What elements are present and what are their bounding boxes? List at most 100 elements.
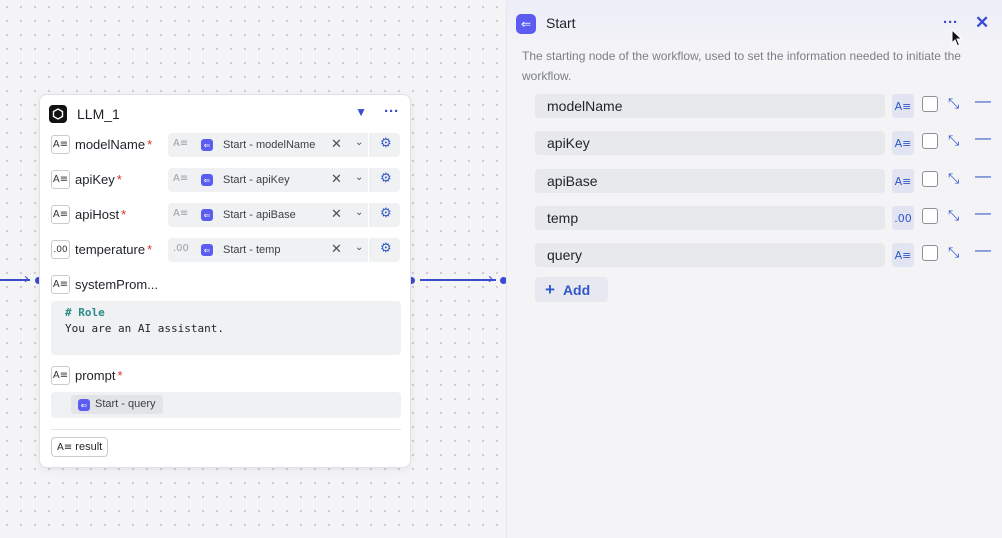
ref-chip[interactable]: ⇐ Start - query xyxy=(71,395,163,414)
expand-icon[interactable]: ⤡ xyxy=(948,95,959,112)
required-checkbox[interactable] xyxy=(922,208,938,224)
variable-row: query A≡ ⤡ — xyxy=(535,242,995,267)
remove-icon[interactable]: — xyxy=(975,93,991,111)
text-type-icon[interactable]: A≡ xyxy=(892,94,914,118)
ref-label: Start - modelName xyxy=(223,139,316,151)
code-line: You are an AI assistant. xyxy=(65,322,224,335)
variable-name-input[interactable]: apiKey xyxy=(535,131,885,155)
required-checkbox[interactable] xyxy=(922,96,938,112)
gear-icon[interactable]: ⚙ xyxy=(380,135,392,151)
llm-logo-icon xyxy=(49,105,67,123)
number-type-icon: .00 xyxy=(51,240,70,259)
expand-icon[interactable]: ⤡ xyxy=(948,207,959,224)
param-label: systemProm... xyxy=(75,277,159,292)
text-type-icon[interactable]: A≡ xyxy=(173,138,188,149)
code-line: # Role xyxy=(65,306,105,319)
variable-name-input[interactable]: temp xyxy=(535,206,885,230)
gear-icon[interactable]: ⚙ xyxy=(380,240,392,256)
gear-icon[interactable]: ⚙ xyxy=(380,205,392,221)
text-type-icon[interactable]: A≡ xyxy=(173,173,188,184)
required-checkbox[interactable] xyxy=(922,245,938,261)
llm-node[interactable]: LLM_1 ▼ ··· A≡ modelName * A≡ ⇐ Start - m… xyxy=(39,94,411,468)
param-value-field[interactable]: A≡ ⇐ Start - modelName ✕ ⌄ ⚙ xyxy=(168,133,400,157)
text-type-icon: A≡ xyxy=(51,170,70,189)
param-value-field[interactable]: A≡ ⇐ Start - apiKey ✕ ⌄ ⚙ xyxy=(168,168,400,192)
start-ref-icon: ⇐ xyxy=(201,244,213,256)
system-prompt-editor[interactable]: # Role You are an AI assistant. xyxy=(51,301,401,355)
param-row-prompt: A≡ prompt * xyxy=(51,364,401,388)
text-type-icon: A≡ xyxy=(51,135,70,154)
param-value-field[interactable]: A≡ ⇐ Start - apiBase ✕ ⌄ ⚙ xyxy=(168,203,400,227)
panel-description: The starting node of the workflow, used … xyxy=(522,49,961,83)
workflow-canvas[interactable]: › › LLM_1 ▼ ··· A≡ modelName * A≡ ⇐ Start… xyxy=(0,0,507,538)
node-header: LLM_1 ▼ ··· xyxy=(49,103,401,125)
text-type-icon[interactable]: A≡ xyxy=(892,169,914,193)
text-type-icon[interactable]: A≡ xyxy=(173,208,188,219)
ref-label: Start - temp xyxy=(223,244,281,256)
collapse-icon[interactable]: ▼ xyxy=(355,105,367,119)
text-type-icon: A≡ xyxy=(57,442,73,453)
variable-name-input[interactable]: query xyxy=(535,243,885,267)
node-more-icon[interactable]: ··· xyxy=(384,103,399,120)
expand-icon[interactable]: ⤡ xyxy=(948,170,959,187)
chevron-down-icon[interactable]: ⌄ xyxy=(355,242,363,253)
clear-icon[interactable]: ✕ xyxy=(331,171,342,187)
chevron-down-icon[interactable]: ⌄ xyxy=(355,207,363,218)
remove-icon[interactable]: — xyxy=(975,130,991,148)
chevron-down-icon[interactable]: ⌄ xyxy=(355,137,363,148)
param-label: apiHost * xyxy=(75,207,127,222)
number-type-icon[interactable]: .00 xyxy=(892,206,914,230)
ref-label: Start - query xyxy=(95,398,156,410)
variable-row: modelName A≡ ⤡ — xyxy=(535,93,995,118)
separator xyxy=(368,168,369,192)
variable-row: temp .00 ⤡ — xyxy=(535,205,995,230)
start-node-panel: ⇐ Start ··· ✕ The starting node of the w… xyxy=(506,0,1002,538)
start-icon: ⇐ xyxy=(516,14,536,34)
param-row-temperature: .00 temperature * .00 ⇐ Start - temp ✕ ⌄ … xyxy=(51,238,401,262)
output-chip[interactable]: A≡ result xyxy=(51,437,109,457)
variable-row: apiBase A≡ ⤡ — xyxy=(535,168,995,193)
node-title: LLM_1 xyxy=(77,106,120,122)
expand-icon[interactable]: ⤡ xyxy=(948,132,959,149)
param-row-systemPrompt: A≡ systemProm... xyxy=(51,273,401,297)
separator xyxy=(368,238,369,262)
variable-name-input[interactable]: apiBase xyxy=(535,169,885,193)
param-row-apiKey: A≡ apiKey * A≡ ⇐ Start - apiKey ✕ ⌄ ⚙ xyxy=(51,168,401,192)
param-label: temperature * xyxy=(75,242,153,257)
start-ref-icon: ⇐ xyxy=(201,174,213,186)
start-ref-icon: ⇐ xyxy=(78,399,90,411)
incoming-arrow-icon: › xyxy=(24,270,29,287)
ref-label: Start - apiBase xyxy=(223,209,296,221)
param-value-field[interactable]: .00 ⇐ Start - temp ✕ ⌄ ⚙ xyxy=(168,238,400,262)
text-type-icon[interactable]: A≡ xyxy=(892,243,914,267)
separator xyxy=(368,133,369,157)
param-label: modelName * xyxy=(75,137,153,152)
text-type-icon[interactable]: A≡ xyxy=(892,131,914,155)
required-checkbox[interactable] xyxy=(922,133,938,149)
gear-icon[interactable]: ⚙ xyxy=(380,170,392,186)
variable-name-input[interactable]: modelName xyxy=(535,94,885,118)
chevron-down-icon[interactable]: ⌄ xyxy=(355,172,363,183)
start-ref-icon: ⇐ xyxy=(201,209,213,221)
outgoing-edge xyxy=(420,279,496,281)
expand-icon[interactable]: ⤡ xyxy=(948,244,959,261)
number-type-icon[interactable]: .00 xyxy=(173,243,189,254)
text-type-icon: A≡ xyxy=(51,275,70,294)
clear-icon[interactable]: ✕ xyxy=(331,241,342,257)
remove-icon[interactable]: — xyxy=(975,205,991,223)
remove-icon[interactable]: — xyxy=(975,242,991,260)
outgoing-arrow-icon: › xyxy=(488,270,493,287)
param-label: prompt * xyxy=(75,368,123,383)
close-icon[interactable]: ✕ xyxy=(975,13,989,33)
prompt-editor[interactable]: ⇐ Start - query xyxy=(51,392,401,418)
param-row-apiHost: A≡ apiHost * A≡ ⇐ Start - apiBase ✕ ⌄ ⚙ xyxy=(51,203,401,227)
text-type-icon: A≡ xyxy=(51,366,70,385)
plus-icon: + xyxy=(545,280,555,299)
required-checkbox[interactable] xyxy=(922,171,938,187)
clear-icon[interactable]: ✕ xyxy=(331,136,342,152)
param-label: apiKey * xyxy=(75,172,122,187)
remove-icon[interactable]: — xyxy=(975,168,991,186)
output-label: result xyxy=(75,441,103,453)
add-variable-button[interactable]: + Add xyxy=(535,277,608,302)
clear-icon[interactable]: ✕ xyxy=(331,206,342,222)
